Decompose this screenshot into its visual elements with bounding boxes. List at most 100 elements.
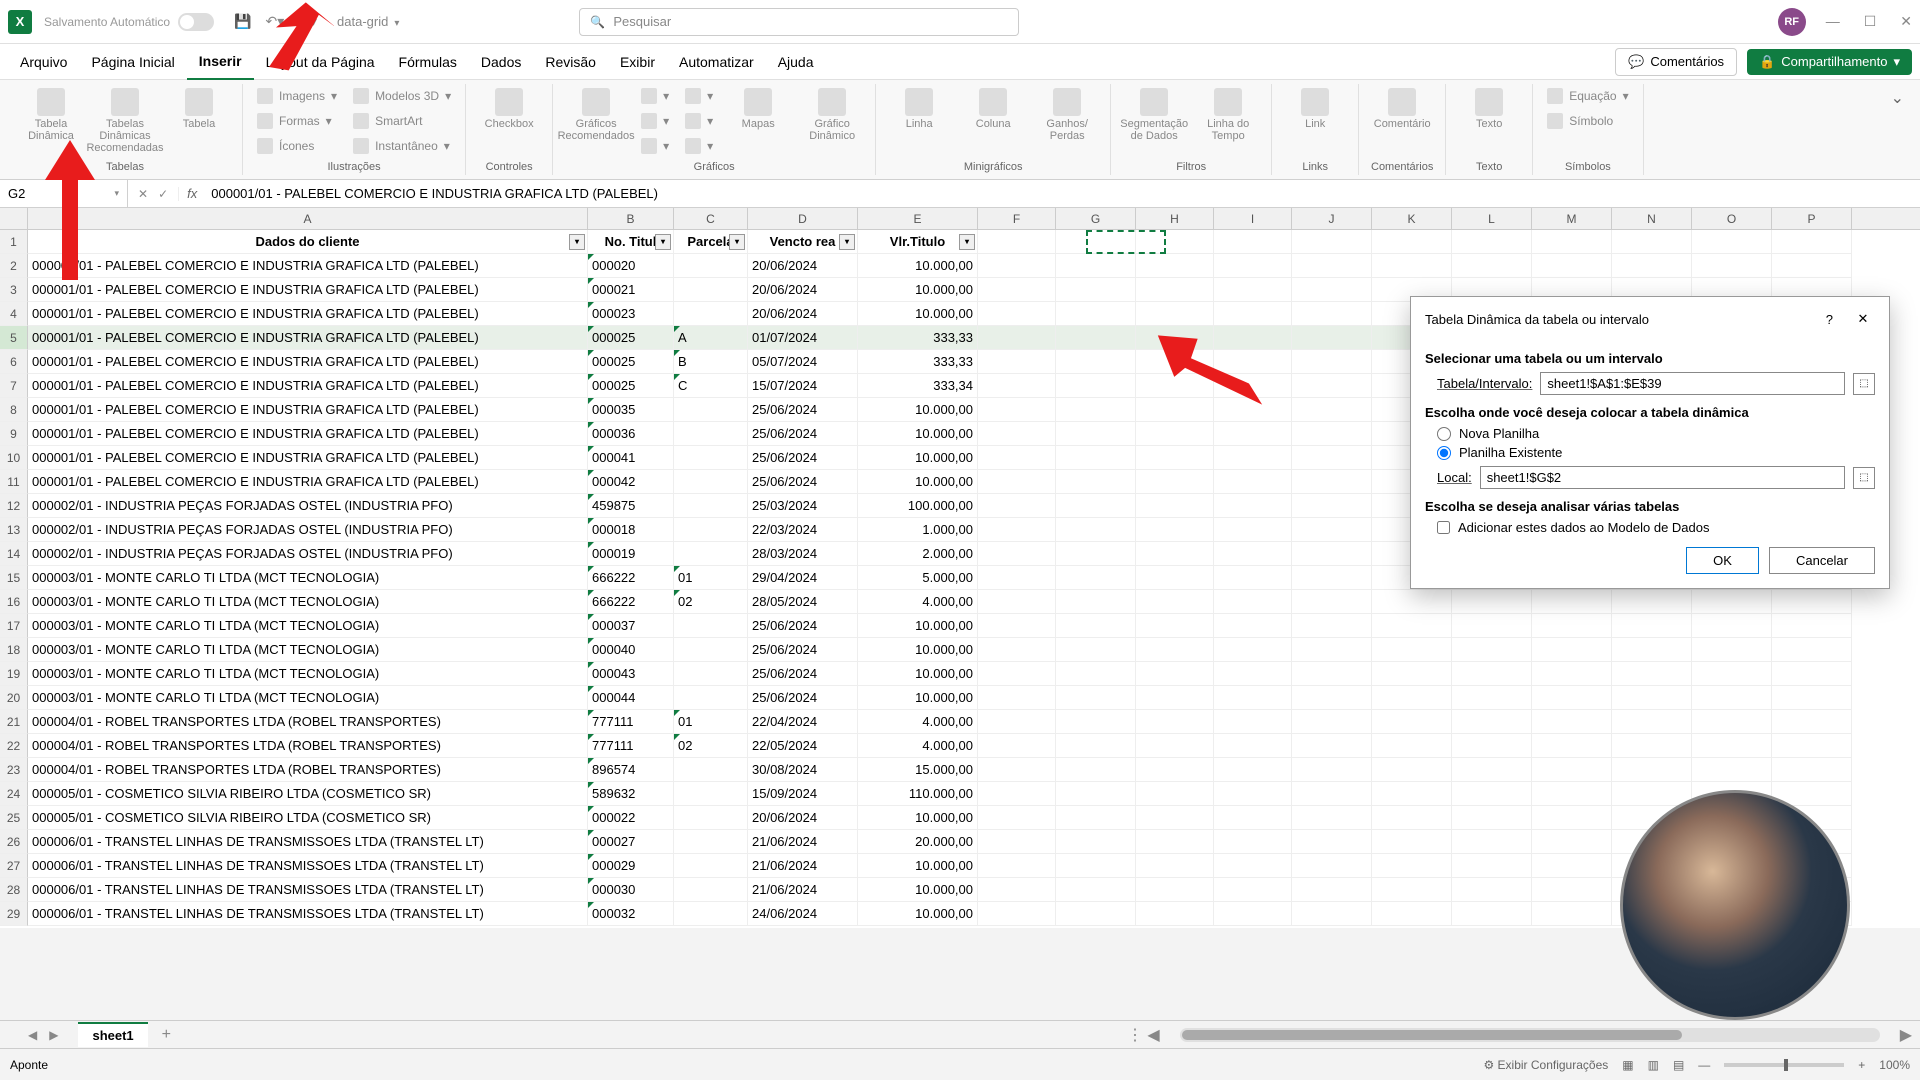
cell[interactable] bbox=[674, 638, 748, 662]
cell[interactable] bbox=[1056, 902, 1136, 926]
cell[interactable] bbox=[978, 638, 1056, 662]
cell[interactable]: 459875 bbox=[588, 494, 674, 518]
cell[interactable]: 000001/01 - PALEBEL COMERCIO E INDUSTRIA… bbox=[28, 350, 588, 374]
cell[interactable] bbox=[1532, 614, 1612, 638]
cell[interactable]: 000001/01 - PALEBEL COMERCIO E INDUSTRIA… bbox=[28, 326, 588, 350]
view-normal-icon[interactable]: ▦ bbox=[1622, 1058, 1633, 1072]
cell[interactable] bbox=[1136, 710, 1214, 734]
cell[interactable] bbox=[1214, 374, 1292, 398]
cell[interactable] bbox=[1692, 662, 1772, 686]
cell[interactable] bbox=[1692, 230, 1772, 254]
cell[interactable]: 25/06/2024 bbox=[748, 614, 858, 638]
cell[interactable] bbox=[978, 758, 1056, 782]
row-header-29[interactable]: 29 bbox=[0, 902, 28, 926]
row-header-6[interactable]: 6 bbox=[0, 350, 28, 374]
cell[interactable] bbox=[1136, 734, 1214, 758]
cell[interactable]: 10.000,00 bbox=[858, 446, 978, 470]
row-header-14[interactable]: 14 bbox=[0, 542, 28, 566]
cell[interactable] bbox=[1056, 854, 1136, 878]
cell[interactable]: 10.000,00 bbox=[858, 806, 978, 830]
cell[interactable] bbox=[1056, 710, 1136, 734]
cell[interactable] bbox=[1214, 710, 1292, 734]
cell[interactable] bbox=[1772, 254, 1852, 278]
ribbon-tab-automatizar[interactable]: Automatizar bbox=[667, 44, 766, 80]
cell[interactable] bbox=[1532, 734, 1612, 758]
save-icon[interactable]: 💾 bbox=[234, 13, 251, 30]
cell[interactable] bbox=[1692, 734, 1772, 758]
cell[interactable] bbox=[674, 782, 748, 806]
cell[interactable]: 000001/01 - PALEBEL COMERCIO E INDUSTRIA… bbox=[28, 446, 588, 470]
cancel-button[interactable]: Cancelar bbox=[1769, 547, 1875, 574]
view-layout-icon[interactable]: ▥ bbox=[1648, 1058, 1659, 1072]
cell[interactable] bbox=[978, 566, 1056, 590]
cell[interactable]: 000001/01 - PALEBEL COMERCIO E INDUSTRIA… bbox=[28, 278, 588, 302]
cell[interactable] bbox=[978, 686, 1056, 710]
cell[interactable] bbox=[978, 374, 1056, 398]
row-header-4[interactable]: 4 bbox=[0, 302, 28, 326]
minimize-icon[interactable]: — bbox=[1826, 13, 1840, 30]
cell[interactable]: 4.000,00 bbox=[858, 734, 978, 758]
cell[interactable]: 000035 bbox=[588, 398, 674, 422]
col-header-C[interactable]: C bbox=[674, 208, 748, 229]
cell[interactable] bbox=[1532, 782, 1612, 806]
cell[interactable] bbox=[1612, 254, 1692, 278]
cell[interactable] bbox=[1612, 758, 1692, 782]
cell[interactable] bbox=[1532, 686, 1612, 710]
cell[interactable] bbox=[1692, 638, 1772, 662]
col-header-K[interactable]: K bbox=[1372, 208, 1452, 229]
cell[interactable] bbox=[1214, 902, 1292, 926]
chart-pie-button[interactable]: ▾ bbox=[635, 134, 675, 158]
chart-bar-button[interactable]: ▾ bbox=[679, 84, 719, 108]
cell[interactable]: 20/06/2024 bbox=[748, 278, 858, 302]
cell[interactable] bbox=[1136, 614, 1214, 638]
cell[interactable] bbox=[1214, 662, 1292, 686]
row-header-10[interactable]: 10 bbox=[0, 446, 28, 470]
cell[interactable]: 22/05/2024 bbox=[748, 734, 858, 758]
cell[interactable]: 25/06/2024 bbox=[748, 686, 858, 710]
cell[interactable] bbox=[1136, 302, 1214, 326]
col-header-A[interactable]: A bbox=[28, 208, 588, 229]
cell[interactable] bbox=[1136, 446, 1214, 470]
cell[interactable] bbox=[1292, 494, 1372, 518]
filter-icon[interactable]: ▾ bbox=[729, 234, 745, 250]
cell[interactable] bbox=[978, 878, 1056, 902]
row-header-15[interactable]: 15 bbox=[0, 566, 28, 590]
redo-icon[interactable]: ↷▾ bbox=[298, 13, 317, 30]
cell[interactable] bbox=[1292, 278, 1372, 302]
cell[interactable] bbox=[978, 830, 1056, 854]
cell[interactable] bbox=[1772, 230, 1852, 254]
cell[interactable] bbox=[1612, 710, 1692, 734]
cell[interactable]: 000044 bbox=[588, 686, 674, 710]
cell[interactable]: 10.000,00 bbox=[858, 686, 978, 710]
local-input[interactable] bbox=[1480, 466, 1845, 489]
cell[interactable] bbox=[1056, 494, 1136, 518]
cell[interactable]: 333,34 bbox=[858, 374, 978, 398]
cell[interactable] bbox=[674, 878, 748, 902]
cell[interactable]: 000004/01 - ROBEL TRANSPORTES LTDA (ROBE… bbox=[28, 710, 588, 734]
recommended-charts-button[interactable]: Gráficos Recomendados bbox=[561, 84, 631, 146]
cell[interactable] bbox=[1532, 662, 1612, 686]
cell[interactable] bbox=[978, 398, 1056, 422]
cell[interactable] bbox=[1292, 446, 1372, 470]
cell[interactable]: 24/06/2024 bbox=[748, 902, 858, 926]
display-settings-button[interactable]: ⚙ Exibir Configurações bbox=[1483, 1058, 1608, 1072]
cell[interactable]: 000032 bbox=[588, 902, 674, 926]
cell[interactable]: 10.000,00 bbox=[858, 662, 978, 686]
cell[interactable] bbox=[1136, 350, 1214, 374]
images-button[interactable]: Imagens ▾ bbox=[251, 84, 343, 108]
cell[interactable]: 589632 bbox=[588, 782, 674, 806]
cell[interactable]: 4.000,00 bbox=[858, 710, 978, 734]
cell[interactable] bbox=[1452, 854, 1532, 878]
cell[interactable] bbox=[1056, 518, 1136, 542]
cell[interactable] bbox=[1772, 734, 1852, 758]
cell[interactable] bbox=[1372, 878, 1452, 902]
cell[interactable] bbox=[1292, 614, 1372, 638]
cell[interactable] bbox=[978, 254, 1056, 278]
cell[interactable] bbox=[1692, 254, 1772, 278]
cell[interactable] bbox=[1056, 398, 1136, 422]
cell[interactable]: 000025 bbox=[588, 374, 674, 398]
avatar[interactable]: RF bbox=[1778, 8, 1806, 36]
cell[interactable]: 000027 bbox=[588, 830, 674, 854]
cell[interactable]: 000022 bbox=[588, 806, 674, 830]
cell[interactable] bbox=[1214, 422, 1292, 446]
